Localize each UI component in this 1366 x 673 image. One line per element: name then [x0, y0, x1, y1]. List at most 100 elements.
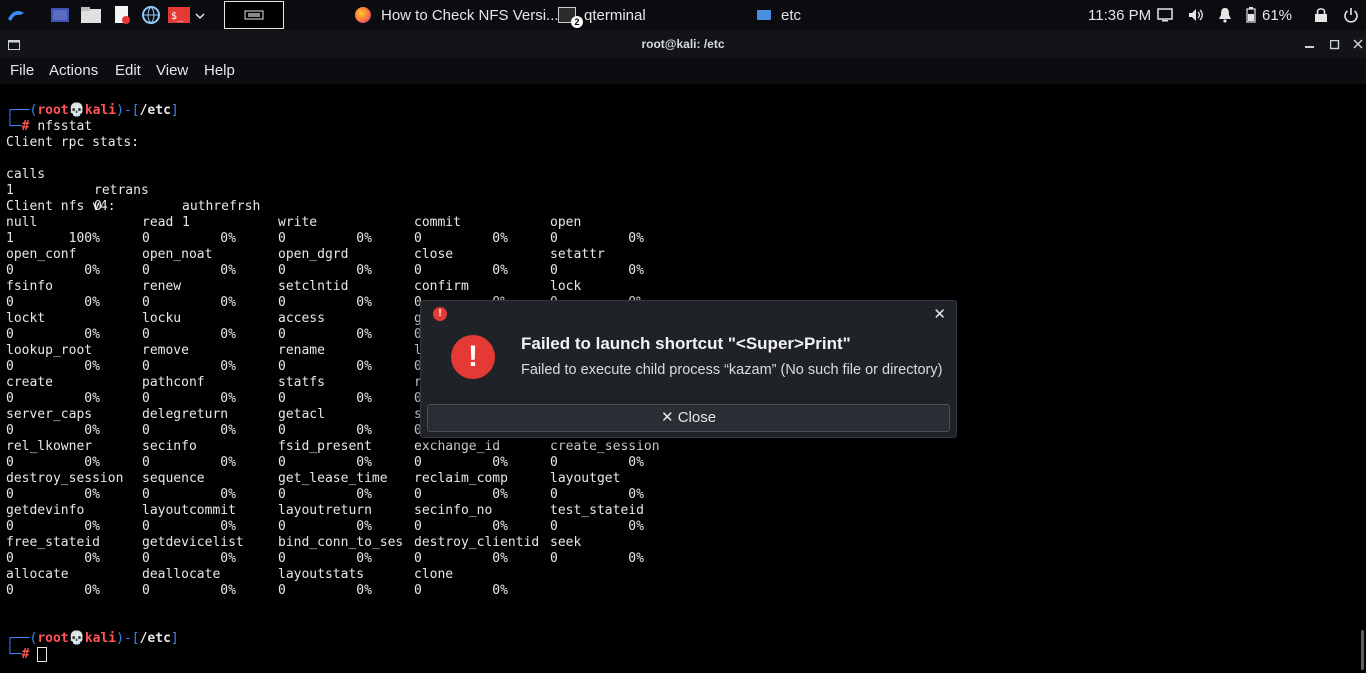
cursor: [37, 647, 48, 662]
nfs-op-label: seek: [550, 535, 582, 550]
taskbar: $_ How to Check NFS Versi... 2 qterminal…: [0, 0, 1366, 30]
rpc-value: 1: [6, 183, 14, 198]
terminal-launcher-icon[interactable]: $_: [168, 5, 192, 25]
nfs-op-label: setattr: [550, 247, 605, 262]
close-icon: ✕: [660, 409, 674, 426]
dialog-close-icon[interactable]: ✕: [933, 305, 946, 323]
menu-view[interactable]: View: [156, 62, 188, 79]
nfs-op-label: statfs: [278, 375, 325, 390]
rpc-labels-row: calls retrans authrefrsh: [6, 151, 1306, 214]
nfs-value-row: 0 0% 0 0% 0 0% 0 0% 0 0%: [6, 519, 1306, 535]
nfs-op-value: 0 0%: [278, 391, 372, 406]
nfs-op-label: clone: [414, 567, 454, 582]
terminal-menubar: File Actions Edit View Help: [0, 58, 1366, 84]
nfs-op-label: allocate: [6, 567, 69, 582]
file-manager-icon[interactable]: [80, 5, 101, 25]
nfs-op-label: destroy_clientid: [414, 535, 540, 550]
nfs-op-label: layoutreturn: [278, 503, 372, 518]
command-line: └─# nfsstat: [6, 119, 93, 134]
nfs-op-value: 0 0%: [142, 551, 236, 566]
menu-file[interactable]: File: [10, 62, 34, 79]
taskbar-window-label: How to Check NFS Versi...: [381, 6, 559, 24]
nfs-op-value: 0 0%: [414, 455, 508, 470]
nfs-op-label: pathconf: [142, 375, 205, 390]
dialog-title: Failed to launch shortcut "<Super>Print": [521, 334, 851, 353]
firefox-icon: [355, 7, 371, 23]
nfs-op-value: 0 0%: [142, 455, 236, 470]
notification-bell-icon[interactable]: [1218, 0, 1232, 30]
nfs-op-value: 0 0%: [278, 359, 372, 374]
workspace-preview-icon: [244, 10, 264, 20]
nfs-op-label: secinfo: [142, 439, 197, 454]
menu-actions[interactable]: Actions: [49, 62, 98, 79]
kali-menu-icon[interactable]: [6, 5, 26, 25]
minimize-icon[interactable]: [1305, 36, 1315, 52]
nfs-op-label: commit: [414, 215, 461, 230]
window-count-badge: 2: [571, 16, 583, 28]
browser-icon[interactable]: [141, 5, 161, 25]
nfs-op-label: fsinfo: [6, 279, 53, 294]
maximize-icon[interactable]: [1329, 39, 1340, 53]
nfs-label-row: allocate deallocate layoutstats clone: [6, 567, 1306, 583]
chevron-down-icon[interactable]: [195, 8, 215, 28]
nfs-op-value: 0 0%: [278, 551, 372, 566]
taskbar-window-firefox[interactable]: How to Check NFS Versi...: [355, 0, 559, 30]
skull-icon: 💀: [68, 631, 85, 646]
nfs-op-value: 0 0%: [278, 519, 372, 534]
command-line[interactable]: └─#: [6, 647, 48, 663]
scrollbar[interactable]: [1361, 630, 1364, 670]
nfs-op-value: 0 0%: [6, 391, 100, 406]
volume-icon[interactable]: [1187, 0, 1205, 30]
text-editor-icon[interactable]: [112, 5, 132, 25]
desktop-icon[interactable]: [50, 5, 70, 25]
workspace-switcher[interactable]: [224, 1, 284, 29]
nfs-op-value: 0 0%: [142, 583, 236, 598]
taskbar-window-qterminal[interactable]: 2 qterminal: [558, 0, 646, 30]
nfs-op-value: 0 0%: [6, 295, 100, 310]
nfs-op-value: 0 0%: [278, 327, 372, 342]
nfs-label-row: open_conf open_noat open_dgrd close setattr: [6, 247, 1306, 263]
nfs-op-label: secinfo_no: [414, 503, 493, 518]
nfs-op-label: locku: [142, 311, 182, 326]
nfs-op-value: 0 0%: [6, 359, 100, 374]
display-icon[interactable]: [1157, 0, 1173, 30]
battery-indicator[interactable]: 61%: [1246, 0, 1292, 30]
nfs-op-label: sequence: [142, 471, 205, 486]
close-button[interactable]: ✕ Close: [427, 404, 950, 432]
nfs-label-row: destroy_session sequence get_lease_time rec…: [6, 471, 1306, 487]
menu-edit[interactable]: Edit: [115, 62, 141, 79]
nfs-op-value: 0 0%: [6, 487, 100, 502]
nfs-op-value: 0 0%: [550, 455, 644, 470]
clock[interactable]: 11:36 PM: [1088, 0, 1151, 30]
prompt-user: root: [37, 103, 69, 118]
nfs-op-value: 0 0%: [550, 551, 644, 566]
skull-icon: 💀: [68, 103, 85, 118]
nfs-op-label: create_session: [550, 439, 660, 454]
prompt-dir: /etc: [139, 631, 171, 646]
nfs-op-label: renew: [142, 279, 182, 294]
nfs-op-value: 0 0%: [550, 487, 644, 502]
nfs-value-row: 0 0% 0 0% 0 0% 0 0% 0 0%: [6, 487, 1306, 503]
nfs-op-label: fsid_present: [278, 439, 372, 454]
close-icon[interactable]: [1353, 38, 1363, 52]
nfs-op-label: open_conf: [6, 247, 77, 262]
nfs-op-label: getacl: [278, 407, 325, 422]
nfs-op-label: close: [414, 247, 454, 262]
nfs-op-value: 0 0%: [414, 583, 508, 598]
nfs-op-label: open_dgrd: [278, 247, 349, 262]
menu-help[interactable]: Help: [204, 62, 235, 79]
folder-icon: [757, 10, 771, 20]
battery-percent: 61%: [1262, 6, 1293, 24]
close-button-label: Close: [677, 409, 717, 426]
lock-icon[interactable]: [1314, 0, 1328, 30]
power-icon[interactable]: [1343, 0, 1359, 30]
nfs-op-label: reclaim_comp: [414, 471, 508, 486]
nfs-op-label: lookup_root: [6, 343, 93, 358]
nfs-op-value: 0 0%: [142, 519, 236, 534]
taskbar-window-etc[interactable]: etc: [757, 0, 801, 30]
terminal-titlebar[interactable]: root@kali: /etc: [0, 30, 1366, 58]
nfs-op-value: 0 0%: [550, 231, 644, 246]
nfs-op-label: deallocate: [142, 567, 221, 582]
nfs-label-row: getdevinfo layoutcommit layoutreturn secinf…: [6, 503, 1306, 519]
nfs-op-label: setclntid: [278, 279, 349, 294]
